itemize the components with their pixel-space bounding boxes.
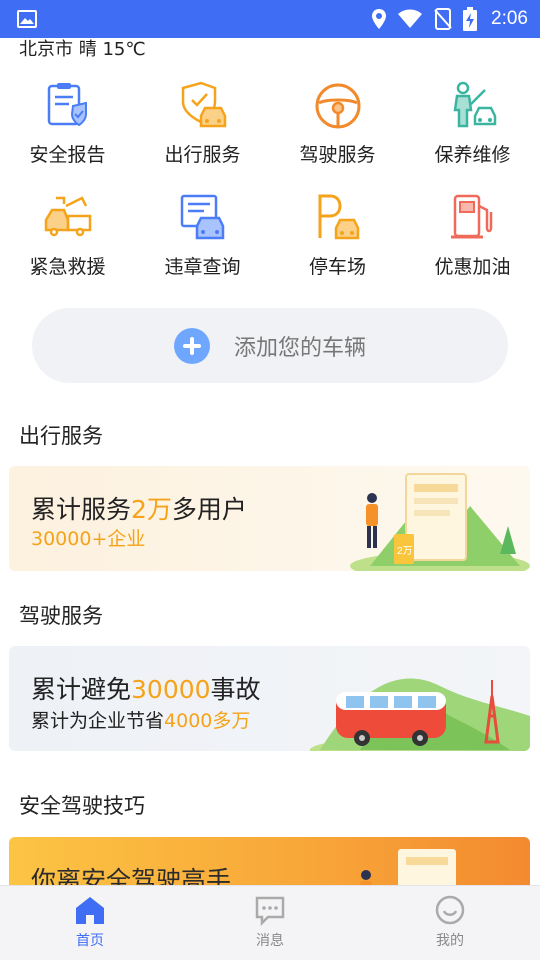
add-car-button[interactable]: 添加您的车辆 [32,308,508,383]
grid-item-safety-report[interactable]: 安全报告 [0,80,135,167]
weather-label: 北京市 晴 15℃ [19,39,146,60]
bus-illustration [310,678,530,751]
nav-mine[interactable]: 我的 [360,886,540,960]
grid-item-violation-query[interactable]: 违章查询 [135,192,270,279]
tow-truck-icon [44,196,91,237]
smile-icon [435,895,465,925]
section-title-tips: 安全驾驶技巧 [19,794,145,818]
grid-item-parking[interactable]: 停车场 [270,192,405,279]
home-icon [76,897,104,924]
grid-item-label: 紧急救援 [29,256,106,278]
banner-subline: 累计为企业节省4000多万 [31,706,250,733]
grid-item-label: 出行服务 [164,144,241,166]
add-car-label: 添加您的车辆 [233,335,366,361]
gallery-notification-icon [17,10,37,28]
grid-item-label: 驾驶服务 [299,144,376,166]
shield-report-icon [47,83,87,127]
car-shield-icon [181,81,226,128]
nav-label: 我的 [436,933,464,949]
car-repair-icon [453,81,496,128]
banner-headline: 累计服务2万多用户 [31,490,247,526]
banner-headline-part: 事故 [210,675,261,704]
banner-headline: 累计避免30000事故 [31,670,261,706]
banner-subline-highlight: 4000多万 [164,710,251,732]
banner-headline-part: 累计避免 [31,675,132,704]
fuel-pump-icon [450,194,492,239]
location-icon [372,9,387,29]
parking-icon [318,194,359,240]
steering-wheel-icon [315,83,360,129]
grid-item-driving-service[interactable]: 驾驶服务 [270,80,405,167]
grid-item-travel-service[interactable]: 出行服务 [135,80,270,167]
nav-messages[interactable]: 消息 [180,886,360,960]
grid-item-label: 安全报告 [29,144,106,166]
message-icon [255,896,285,926]
banner-driving[interactable]: 累计避免30000事故 累计为企业节省4000多万 [9,646,530,751]
status-bar: 2:06 [0,0,540,38]
status-icons: 2:06 [371,0,528,38]
grid-item-label: 保养维修 [434,144,511,166]
banner-headline-part: 累计服务 [31,495,132,524]
banner-subline: 30000+企业 [31,528,146,550]
banner-subline-part: 累计为企业节省 [31,710,165,732]
ticket-car-icon [180,194,224,240]
section-title-driving: 驾驶服务 [19,604,103,628]
status-time: 2:06 [491,8,528,29]
section-title-travel: 出行服务 [19,424,103,448]
battery-charging-icon [463,7,478,31]
wifi-icon [398,9,423,28]
bottom-navigation: 首页 消息 我的 [0,885,540,960]
grid-item-fuel-discount[interactable]: 优惠加油 [405,192,540,279]
no-signal-icon [434,8,452,30]
grid-item-emergency-rescue[interactable]: 紧急救援 [0,192,135,279]
plus-icon [173,327,210,364]
nav-label: 消息 [256,933,284,949]
banner-headline-highlight: 2万 [131,495,172,524]
badge-text: 2万 [397,546,413,557]
banner-headline-part: 多用户 [171,495,247,524]
grid-item-label: 违章查询 [164,256,241,278]
nav-label: 首页 [76,933,104,949]
grid-item-maintenance[interactable]: 保养维修 [405,80,540,167]
travel-illustration: 2万 [350,473,530,571]
banner-travel[interactable]: 累计服务2万多用户 30000+企业 2万 [9,466,530,571]
grid-item-label: 优惠加油 [434,256,511,278]
grid-item-label: 停车场 [308,256,366,278]
banner-headline-highlight: 30000 [131,675,211,704]
nav-home[interactable]: 首页 [0,886,180,960]
